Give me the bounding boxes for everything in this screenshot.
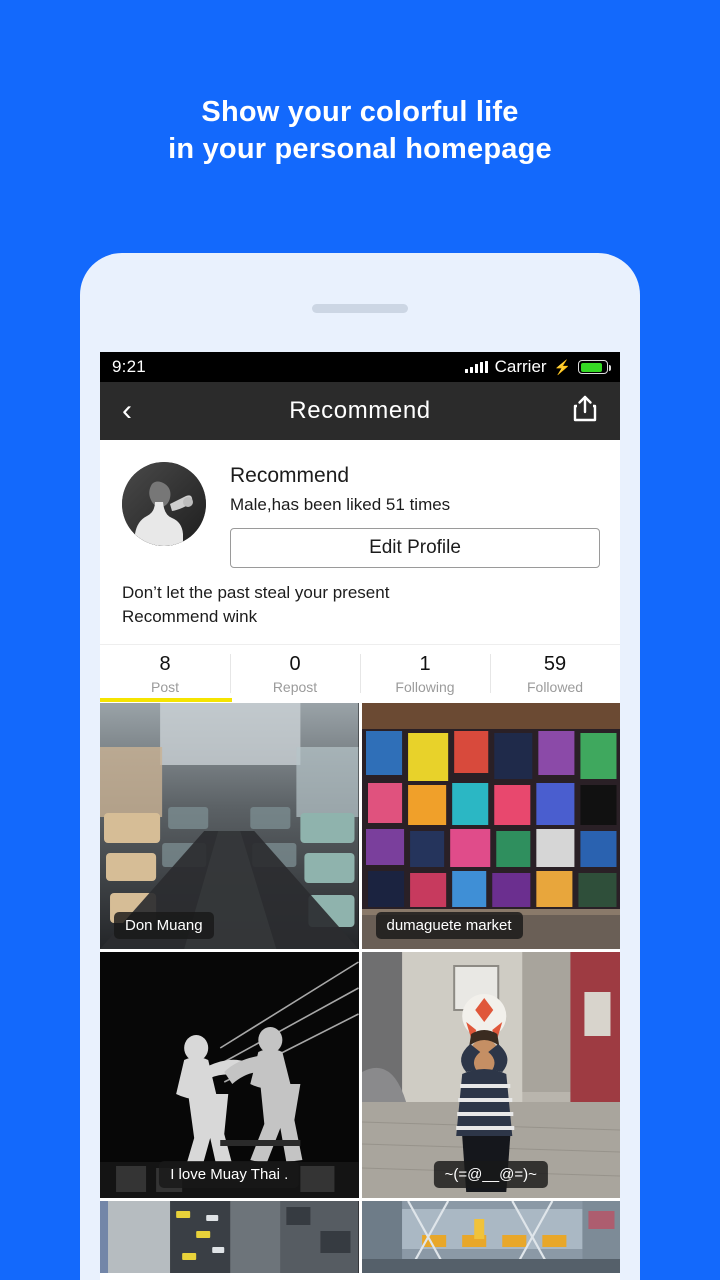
profile-bio: Don’t let the past steal your present Re… (100, 568, 620, 644)
battery-icon (578, 360, 612, 374)
status-right-cluster: Carrier ⚡ (464, 357, 612, 377)
stat-post[interactable]: 8 Post (100, 645, 230, 702)
stat-following[interactable]: 1 Following (360, 645, 490, 702)
promo-line-2: in your personal homepage (168, 133, 552, 165)
stat-followed[interactable]: 59 Followed (490, 645, 620, 702)
photo-caption: dumaguete market (375, 912, 523, 939)
profile-info: Recommend Male,has been liked 51 times E… (206, 462, 600, 568)
profile-header: Recommend Male,has been liked 51 times E… (100, 440, 620, 568)
share-button[interactable] (572, 395, 598, 428)
signal-bars-icon (464, 361, 488, 373)
page-title: Recommend (289, 397, 431, 424)
promo-headline: Show your colorful life in your personal… (0, 94, 720, 168)
city-street-aerial-photo (100, 1201, 359, 1273)
profile-meta: Male,has been liked 51 times (230, 495, 451, 514)
device-screen: 9:21 Carrier ⚡ ‹ Recommend Recommend Mal… (100, 352, 620, 1280)
stats-bar: 8 Post 0 Repost 1 Following 59 Followed (100, 644, 620, 702)
stat-following-value: 1 (419, 652, 431, 675)
status-time: 9:21 (112, 357, 146, 376)
share-upload-icon (573, 395, 597, 421)
edit-profile-button[interactable]: Edit Profile (230, 528, 600, 568)
stat-repost-value: 0 (289, 652, 301, 675)
photo-caption: Don Muang (114, 912, 214, 939)
photo-cell[interactable]: I love Muay Thai . (100, 952, 359, 1198)
stat-following-label: Following (395, 678, 455, 695)
avatar-portrait-image (122, 462, 206, 546)
stat-repost[interactable]: 0 Repost (230, 645, 360, 702)
photo-cell[interactable]: ~(=@__@=)~ (361, 952, 620, 1198)
avatar[interactable] (122, 462, 206, 546)
photo-cell[interactable]: dumaguete market (361, 703, 620, 949)
photo-cell[interactable] (100, 1201, 359, 1273)
status-bar: 9:21 Carrier ⚡ (100, 352, 620, 382)
photo-caption: I love Muay Thai . (159, 1161, 300, 1188)
navigation-bar: ‹ Recommend (100, 382, 620, 440)
stat-post-value: 8 (159, 652, 171, 675)
photo-grid: Don Muang dumaguete market I love Muay T… (100, 702, 620, 1273)
photo-caption: ~(=@__@=)~ (433, 1161, 548, 1188)
carrier-label: Carrier (494, 357, 547, 376)
photo-cell[interactable] (361, 1201, 620, 1273)
stat-followed-value: 59 (543, 652, 567, 675)
lightning-bolt-icon: ⚡ (553, 359, 571, 375)
stat-repost-label: Repost (272, 678, 318, 695)
stat-followed-label: Followed (526, 678, 584, 695)
bio-line-2: Recommend wink (122, 607, 258, 626)
back-button[interactable]: ‹ (122, 396, 132, 426)
speaker-grille-icon (312, 304, 408, 313)
photo-cell[interactable]: Don Muang (100, 703, 359, 949)
stat-post-label: Post (150, 678, 179, 695)
active-tab-indicator (100, 698, 232, 702)
promo-line-1: Show your colorful life (201, 96, 519, 128)
profile-name: Recommend (230, 464, 350, 487)
bio-line-1: Don’t let the past steal your present (122, 583, 390, 602)
building-facade-photo (361, 1201, 620, 1273)
